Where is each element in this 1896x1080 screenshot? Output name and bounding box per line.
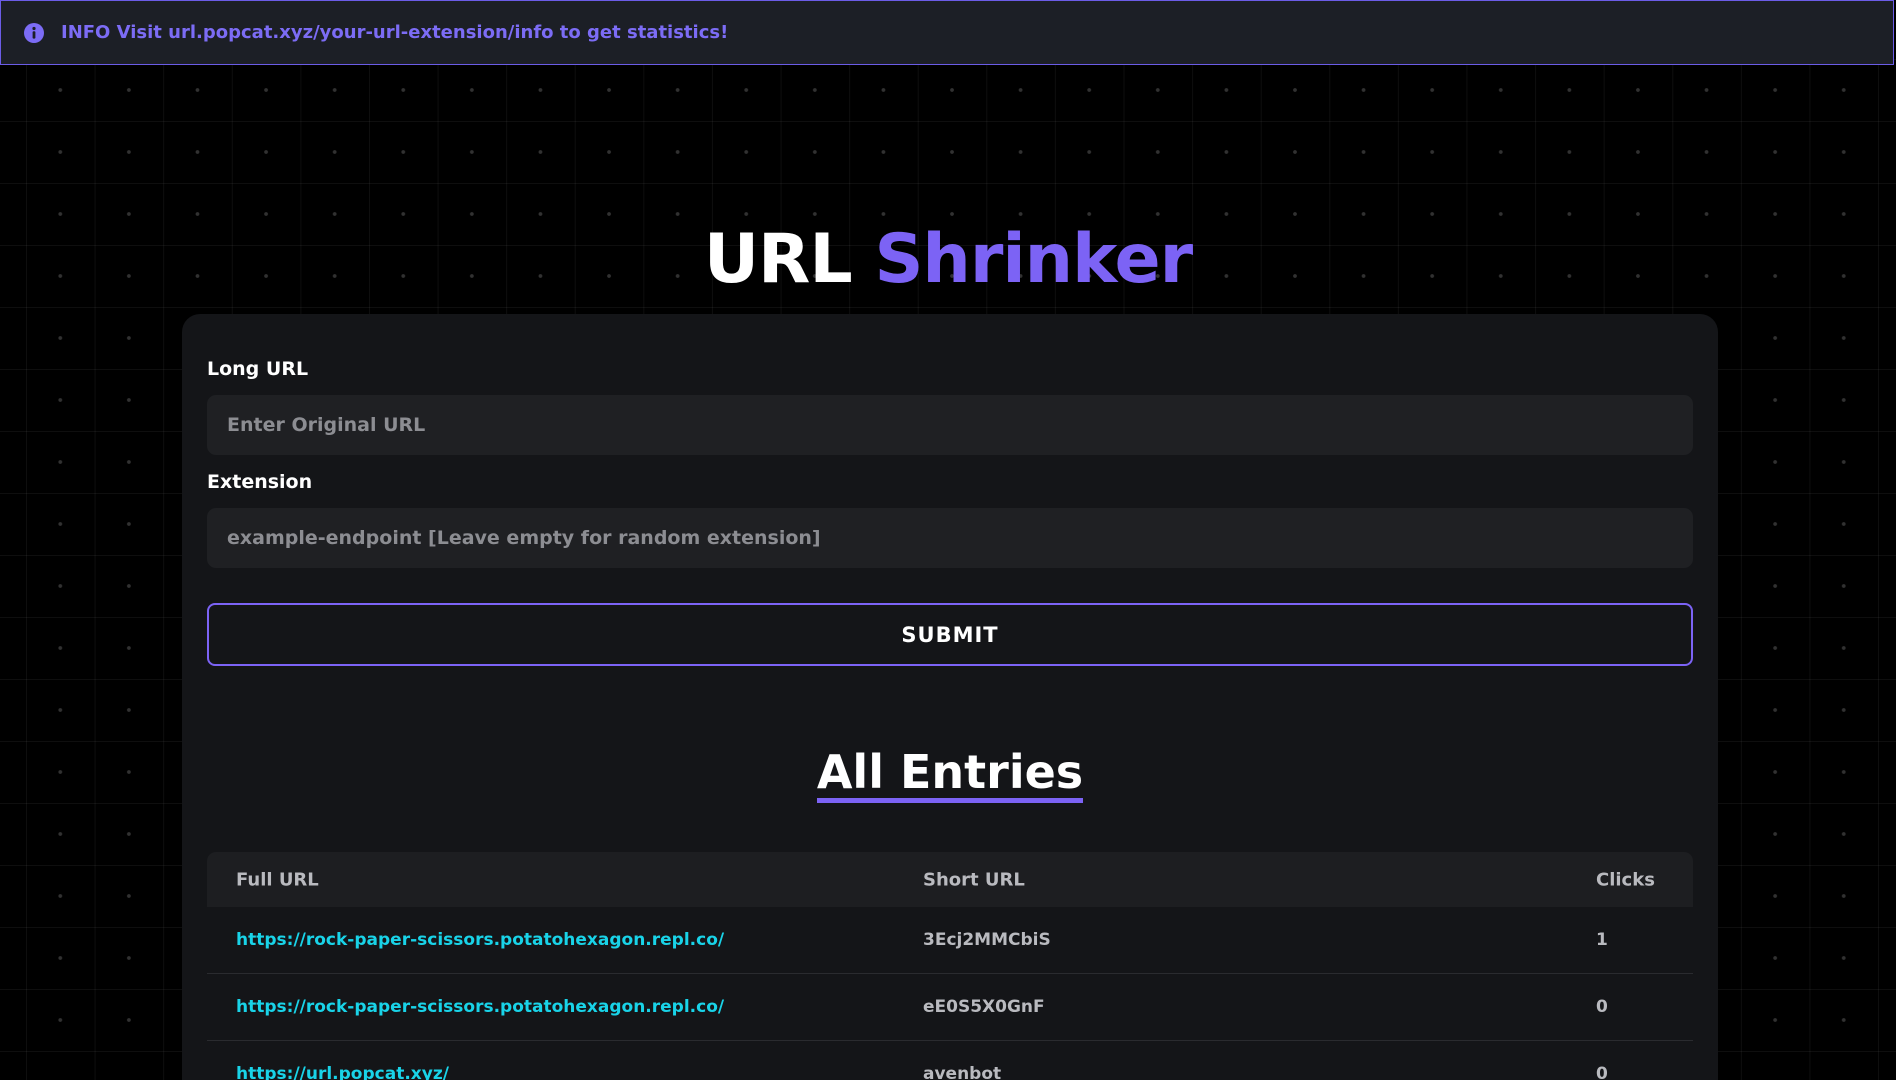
table-row: https://rock-paper-scissors.potatohexago…: [207, 907, 1693, 974]
full-url-link[interactable]: https://rock-paper-scissors.potatohexago…: [236, 930, 724, 950]
shortener-card: Long URL Extension SUBMIT All Entries Fu…: [182, 314, 1718, 1080]
full-url-link[interactable]: https://url.popcat.xyz/: [236, 1064, 449, 1080]
info-banner: INFO Visit url.popcat.xyz/your-url-exten…: [0, 0, 1894, 65]
short-url-value: eE0S5X0GnF: [923, 997, 1045, 1017]
info-banner-text: INFO Visit url.popcat.xyz/your-url-exten…: [61, 22, 729, 43]
table-row: https://rock-paper-scissors.potatohexago…: [207, 974, 1693, 1041]
clicks-value: 0: [1596, 997, 1608, 1017]
info-icon: [23, 22, 45, 44]
entries-heading: All Entries: [182, 742, 1718, 803]
page-title: URL Shrinker: [0, 218, 1896, 302]
clicks-value: 1: [1596, 930, 1608, 950]
full-url-link[interactable]: https://rock-paper-scissors.potatohexago…: [236, 997, 724, 1017]
page-title-part1: URL: [703, 220, 853, 299]
table-header: Full URL Short URL Clicks: [207, 852, 1693, 907]
page-title-part2: Shrinker: [874, 220, 1193, 299]
long-url-label: Long URL: [207, 358, 309, 380]
short-url-value: avenbot: [923, 1064, 1002, 1080]
column-header-clicks: Clicks: [1596, 869, 1655, 890]
table-row: https://url.popcat.xyz/ avenbot 0: [207, 1041, 1693, 1080]
extension-label: Extension: [207, 471, 313, 493]
submit-button[interactable]: SUBMIT: [207, 603, 1693, 666]
entries-table: Full URL Short URL Clicks https://rock-p…: [207, 852, 1693, 1080]
column-header-full-url: Full URL: [236, 869, 319, 890]
extension-input[interactable]: [207, 508, 1693, 568]
entries-heading-text: All Entries: [816, 746, 1084, 803]
column-header-short-url: Short URL: [923, 869, 1025, 890]
clicks-value: 0: [1596, 1064, 1608, 1080]
short-url-value: 3Ecj2MMCbiS: [923, 930, 1051, 950]
long-url-input[interactable]: [207, 395, 1693, 455]
